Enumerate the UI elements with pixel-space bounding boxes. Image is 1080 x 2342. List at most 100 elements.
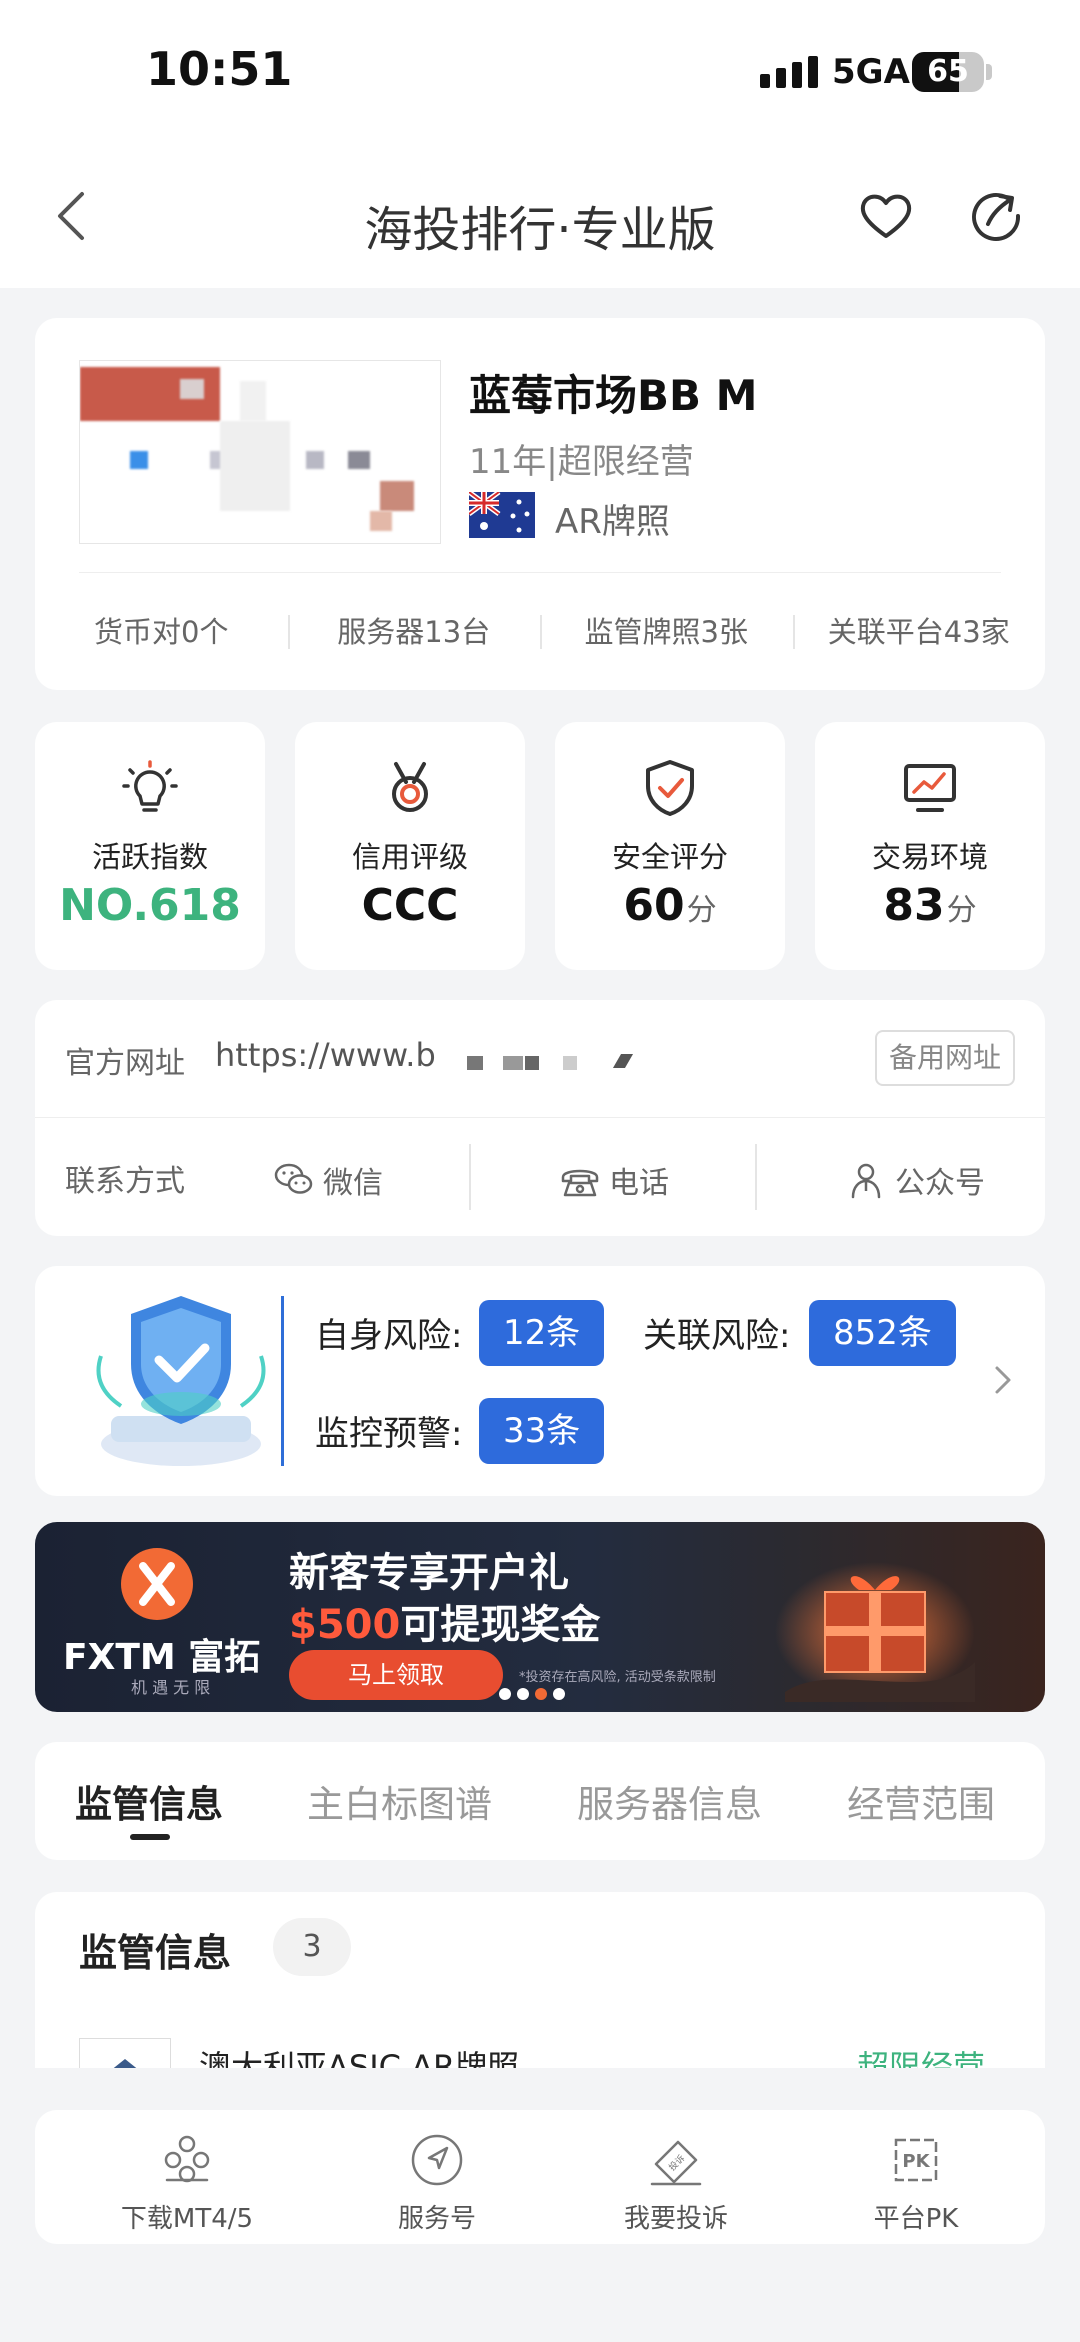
- related-risk-label: 关联风险:: [643, 1316, 791, 1356]
- contact-label: 联系方式: [65, 1164, 185, 1199]
- nav-bar: 海投排行·专业版: [0, 140, 1080, 288]
- lightbulb-icon: [122, 760, 178, 812]
- phone-label: 电话: [609, 1166, 669, 1201]
- license-label: AR牌照: [555, 502, 670, 542]
- mt4-icon: [164, 2135, 210, 2183]
- monitor-warning-badge[interactable]: 33条: [479, 1398, 605, 1464]
- navigation-icon: [411, 2134, 463, 2186]
- metric-safety-score[interactable]: 安全评分 60分: [555, 722, 785, 970]
- tab-regulation-info[interactable]: 监管信息: [75, 1774, 223, 1828]
- favorite-icon[interactable]: [856, 186, 916, 246]
- banner-title: 新客专享开户礼: [289, 1550, 569, 1596]
- bottom-nav-label: 服务号: [397, 2204, 476, 2234]
- person-icon: [851, 1163, 881, 1199]
- broker-name: 蓝莓市场BB M: [469, 371, 758, 420]
- metric-trading-environment[interactable]: 交易环境 83分: [815, 722, 1045, 970]
- battery-icon: 65: [912, 52, 984, 92]
- divider: [79, 572, 1001, 573]
- stat-servers[interactable]: 服务器13台: [287, 609, 541, 651]
- self-risk-badge[interactable]: 12条: [479, 1300, 605, 1366]
- metric-value: 83分: [883, 880, 977, 931]
- bottom-nav-label: 平台PK: [873, 2204, 959, 2234]
- broker-logo: [79, 360, 441, 544]
- gift-box-icon: [775, 1562, 975, 1702]
- tab-business-scope[interactable]: 经营范围: [847, 1774, 995, 1828]
- banner-disclaimer: *投资存在高风险, 活动受条款限制: [519, 1670, 716, 1685]
- regulation-card: 监管信息 3 澳大利亚ASIC AR牌照 超限经营: [35, 1892, 1045, 2068]
- divider: [469, 1144, 471, 1210]
- wechat-button[interactable]: 微信: [273, 1158, 383, 1202]
- stat-licenses[interactable]: 监管牌照3张: [540, 609, 793, 651]
- shield-check-icon: [646, 760, 694, 816]
- broker-stats: 货币对0个 服务器13台 监管牌照3张 关联平台43家: [35, 590, 1045, 670]
- promo-banner[interactable]: FXTM 富拓 机 遇 无 限 新客专享开户礼 $500可提现奖金 马上领取 *…: [35, 1522, 1045, 1712]
- metric-activity[interactable]: 活跃指数 NO.618: [35, 722, 265, 970]
- regulation-title: 监管信息: [79, 1931, 232, 1975]
- metric-label: 信用评级: [351, 840, 468, 874]
- metric-credit-rating[interactable]: 信用评级 CCC: [295, 722, 525, 970]
- website-url[interactable]: https://www.b: [215, 1036, 436, 1074]
- download-mt4-button[interactable]: 下载MT4/5: [87, 2130, 287, 2235]
- divider: [755, 1144, 757, 1210]
- status-bar: 10:51 5GA 65: [0, 0, 1080, 140]
- metric-value: NO.618: [59, 880, 241, 931]
- official-account-button[interactable]: 公众号: [845, 1158, 985, 1202]
- platform-pk-button[interactable]: PK 平台PK: [816, 2130, 1016, 2235]
- regulation-row-status: 超限经营: [856, 2048, 985, 2068]
- metric-label: 交易环境: [871, 840, 988, 874]
- regulation-row-name[interactable]: 澳大利亚ASIC AR牌照: [199, 2042, 519, 2068]
- contact-row: 联系方式 微信 电话 公众号: [35, 1118, 1045, 1235]
- complaint-icon: 投诉: [650, 2140, 702, 2186]
- carousel-dots[interactable]: [499, 1688, 565, 1700]
- page-title: 海投排行·专业版: [364, 202, 716, 258]
- tab-server-info[interactable]: 服务器信息: [577, 1774, 762, 1828]
- status-time: 10:51: [146, 42, 293, 96]
- metric-value: CCC: [361, 880, 459, 931]
- stat-related-platforms[interactable]: 关联平台43家: [792, 609, 1046, 651]
- phone-button[interactable]: 电话: [559, 1158, 669, 1202]
- banner-tagline: 机 遇 无 限: [131, 1678, 211, 1697]
- monitor-chart-icon: [904, 764, 956, 812]
- broker-meta: 11年|超限经营: [469, 442, 694, 482]
- bottom-nav-label: 我要投诉: [623, 2204, 728, 2234]
- wechat-icon: [274, 1163, 313, 1194]
- url-mosaic: [467, 1052, 667, 1074]
- metric-label: 安全评分: [611, 840, 728, 874]
- medal-icon: [392, 762, 428, 812]
- network-type: 5GA: [832, 52, 910, 92]
- monitor-warning-label: 监控预警:: [315, 1414, 463, 1454]
- self-risk-label: 自身风险:: [315, 1316, 463, 1356]
- battery-cap: [986, 64, 992, 80]
- phone-icon: [561, 1169, 599, 1197]
- chevron-right-icon[interactable]: [991, 1360, 1015, 1400]
- bottom-nav: 下载MT4/5 服务号 投诉 我要投诉 PK 平台PK: [35, 2110, 1045, 2244]
- regulation-count-badge: 3: [273, 1918, 351, 1976]
- security-shield-icon: [96, 1296, 266, 1466]
- backup-url-button[interactable]: 备用网址: [874, 1030, 1015, 1086]
- complaint-button[interactable]: 投诉 我要投诉: [576, 2130, 776, 2235]
- service-account-button[interactable]: 服务号: [337, 2130, 537, 2235]
- metric-label: 活跃指数: [91, 840, 208, 874]
- official-account-label: 公众号: [895, 1166, 985, 1201]
- broker-profile-card[interactable]: 蓝莓市场BB M 11年|超限经营 AR牌照 货币对0个 服务器13台 监管牌照…: [35, 318, 1045, 690]
- svg-text:PK: PK: [902, 2151, 930, 2172]
- australia-flag-icon: [469, 492, 535, 538]
- active-tab-indicator: [130, 1834, 170, 1840]
- share-icon[interactable]: [966, 186, 1026, 246]
- metric-value: 60分: [623, 880, 717, 931]
- wechat-label: 微信: [323, 1166, 383, 1201]
- divider: [281, 1296, 284, 1466]
- claim-button[interactable]: 马上领取: [289, 1650, 503, 1700]
- section-tabs: 监管信息 主白标图谱 服务器信息 经营范围: [35, 1742, 1045, 1860]
- pk-icon: PK: [894, 2138, 938, 2182]
- tab-white-label-map[interactable]: 主白标图谱: [307, 1774, 492, 1828]
- risk-card[interactable]: 自身风险: 12条 关联风险: 852条 监控预警: 33条: [35, 1266, 1045, 1496]
- banner-subtitle: $500可提现奖金: [289, 1602, 601, 1648]
- website-label: 官方网址: [65, 1046, 185, 1081]
- stat-currency-pairs[interactable]: 货币对0个: [35, 609, 288, 651]
- related-risk-badge[interactable]: 852条: [809, 1300, 956, 1366]
- asic-logo: [79, 2038, 171, 2068]
- bottom-nav-label: 下载MT4/5: [120, 2204, 254, 2234]
- signal-icon: [760, 56, 818, 88]
- website-row: 官方网址 https://www.b 备用网址: [35, 1000, 1045, 1117]
